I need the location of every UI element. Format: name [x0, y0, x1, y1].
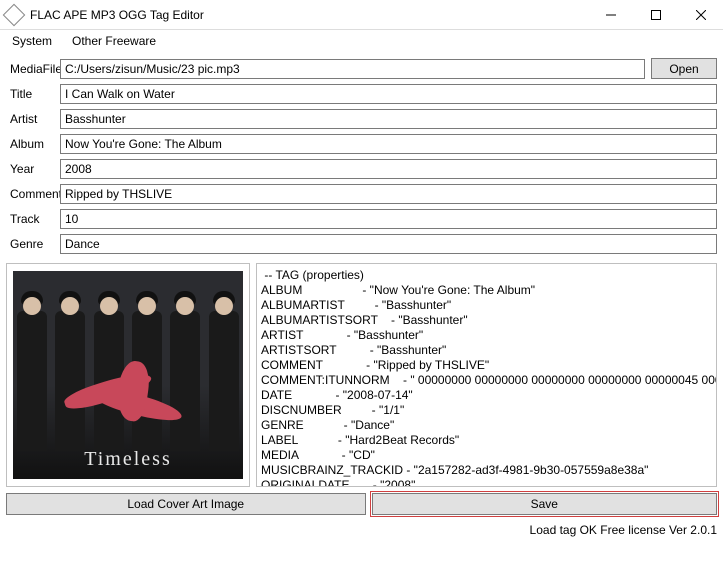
tag-properties-box[interactable]: -- TAG (properties) ALBUM - "Now You're … [256, 263, 717, 487]
close-button[interactable] [678, 0, 723, 29]
label-comment: Comment [6, 187, 60, 201]
close-icon [696, 10, 706, 20]
window-title: FLAC APE MP3 OGG Tag Editor [30, 8, 588, 22]
label-mediafile: MediaFile [6, 62, 60, 76]
year-input[interactable] [60, 159, 717, 179]
load-cover-button[interactable]: Load Cover Art Image [6, 493, 366, 515]
bottom-buttons: Load Cover Art Image Save [0, 491, 723, 517]
middle-row: Timeless -- TAG (properties) ALBUM - "No… [0, 261, 723, 491]
open-button[interactable]: Open [651, 58, 717, 79]
artist-input[interactable] [60, 109, 717, 129]
maximize-button[interactable] [633, 0, 678, 29]
cover-art-frame: Timeless [6, 263, 250, 487]
menu-other-freeware[interactable]: Other Freeware [62, 31, 166, 51]
titlebar: FLAC APE MP3 OGG Tag Editor [0, 0, 723, 30]
label-title: Title [6, 87, 60, 101]
cover-art-image: Timeless [13, 271, 243, 479]
label-track: Track [6, 212, 60, 226]
minimize-button[interactable] [588, 0, 633, 29]
album-input[interactable] [60, 134, 717, 154]
cover-art-caption: Timeless [13, 448, 243, 471]
status-bar: Load tag OK Free license Ver 2.0.1 [0, 517, 723, 539]
minimize-icon [606, 10, 616, 20]
genre-input[interactable] [60, 234, 717, 254]
label-artist: Artist [6, 112, 60, 126]
comment-input[interactable] [60, 184, 717, 204]
track-input[interactable] [60, 209, 717, 229]
app-icon [3, 3, 26, 26]
maximize-icon [651, 10, 661, 20]
menubar: System Other Freeware [0, 30, 723, 52]
label-year: Year [6, 162, 60, 176]
form-area: MediaFile Open Title Artist Album Year C… [0, 52, 723, 261]
label-genre: Genre [6, 237, 60, 251]
mediafile-input[interactable] [60, 59, 645, 79]
menu-system[interactable]: System [2, 31, 62, 51]
title-input[interactable] [60, 84, 717, 104]
save-button[interactable]: Save [372, 493, 718, 515]
label-album: Album [6, 137, 60, 151]
